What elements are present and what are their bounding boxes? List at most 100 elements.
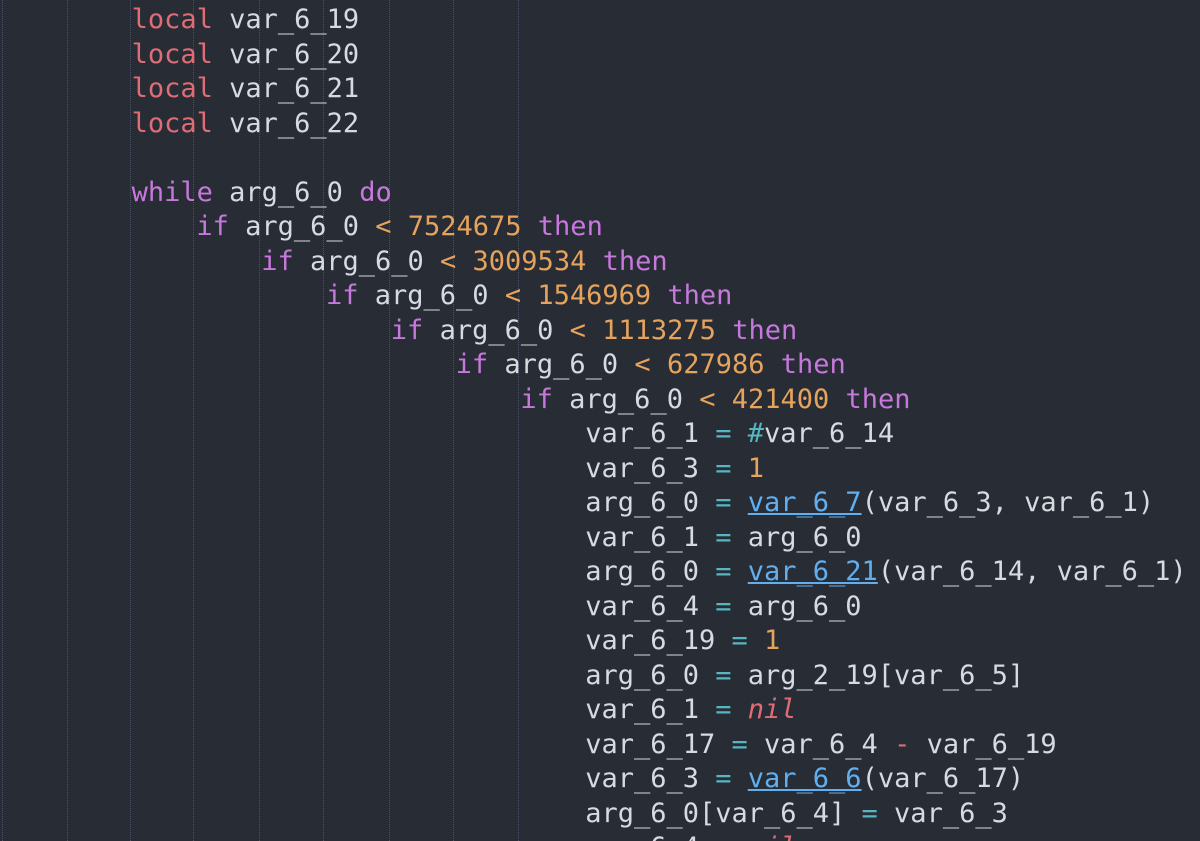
code-token-punct: (var_6_3, var_6_1) xyxy=(861,487,1155,518)
code-token-ident: arg_6_0 xyxy=(585,556,716,587)
code-token-ident: arg_6_0[var_6_4] xyxy=(585,797,862,829)
code-line[interactable]: var_6_17 = var_6_4 - var_6_19 xyxy=(585,728,1056,762)
code-line[interactable]: if arg_6_0 < 7524675 then xyxy=(196,210,602,244)
code-token-op: = xyxy=(715,418,732,449)
code-token-control: if xyxy=(196,211,229,242)
code-line[interactable]: local var_6_20 xyxy=(132,38,360,72)
code-token-op: = xyxy=(731,728,748,760)
indent-guide xyxy=(518,0,519,841)
code-token-ident: arg_6_0 xyxy=(228,211,376,242)
code-token-keyword: local xyxy=(131,73,213,104)
code-token-ident xyxy=(732,556,748,587)
code-line[interactable]: arg_6_0 = var_6_7(var_6_3, var_6_1) xyxy=(585,486,1154,520)
code-token-control: then xyxy=(780,349,846,380)
code-line[interactable]: if arg_6_0 < 627986 then xyxy=(456,348,846,382)
code-line[interactable]: var_6_4 = nil xyxy=(585,831,796,841)
indent-guide xyxy=(2,0,3,841)
code-line[interactable]: local var_6_21 xyxy=(132,72,360,106)
code-token-ident: var_6_4 xyxy=(585,590,716,622)
code-token-ident: var_6_3 xyxy=(877,797,1008,829)
code-token-op: = xyxy=(731,625,748,656)
code-token-ident: var_6_1 xyxy=(585,694,716,725)
code-token-ident: var_6_19 xyxy=(212,4,360,35)
code-line[interactable]: if arg_6_0 < 1113275 then xyxy=(391,314,797,348)
code-token-ident: var_6_19 xyxy=(585,625,732,656)
code-token-control: if xyxy=(326,280,359,311)
code-line[interactable]: if arg_6_0 < 421400 then xyxy=(520,383,910,417)
code-token-ident: arg_6_0 xyxy=(731,521,862,553)
code-token-cmp: < xyxy=(375,211,392,242)
code-line[interactable]: arg_6_0 = var_6_21(var_6_14, var_6_1) xyxy=(585,555,1186,589)
code-token-ident xyxy=(732,487,748,518)
code-line[interactable]: var_6_1 = nil xyxy=(585,693,796,727)
code-token-control: do xyxy=(359,176,392,208)
code-token-ident: arg_6_0 xyxy=(585,487,716,518)
code-token-ident: var_6_4 xyxy=(585,832,715,841)
code-token-control: if xyxy=(520,383,553,415)
code-token-number: 1546969 xyxy=(521,280,668,311)
code-token-cmp: < xyxy=(699,383,716,415)
code-token-ident: var_6_20 xyxy=(212,38,360,70)
code-token-ident: var_6_3 xyxy=(585,763,716,794)
code-token-ident: var_6_1 xyxy=(585,418,716,449)
code-line[interactable]: arg_6_0[var_6_4] = var_6_3 xyxy=(585,797,1008,831)
code-token-ident: var_6_4 xyxy=(747,728,895,760)
code-token-control: then xyxy=(537,211,603,242)
code-token-ident xyxy=(732,694,748,725)
code-token-keyword: local xyxy=(131,107,213,139)
code-line[interactable]: local var_6_19 xyxy=(132,3,360,37)
code-line[interactable]: if arg_6_0 < 3009534 then xyxy=(261,245,667,279)
code-token-op: = xyxy=(715,521,732,553)
code-token-ident: var_6_1 xyxy=(585,521,716,553)
code-token-ident xyxy=(732,418,748,449)
code-line[interactable]: var_6_19 = 1 xyxy=(585,624,780,658)
code-token-ident: arg_6_0 xyxy=(488,349,635,380)
code-token-keyword: local xyxy=(131,4,213,35)
code-line[interactable]: var_6_1 = arg_6_0 xyxy=(585,521,861,555)
code-editor[interactable]: local var_6_19 local var_6_20 local var_6_… xyxy=(0,0,1200,841)
code-token-ident: var_6_19 xyxy=(910,728,1057,760)
indent-guide xyxy=(453,0,454,841)
code-token-punct: (var_6_17) xyxy=(861,763,1025,794)
code-line[interactable]: while arg_6_0 do xyxy=(132,176,392,210)
code-token-ident: var_6_22 xyxy=(212,107,360,139)
code-token-control: while xyxy=(131,176,213,208)
code-token-cmp: < xyxy=(569,314,586,346)
code-token-op: = xyxy=(715,590,732,622)
code-token-control: if xyxy=(390,314,424,346)
code-token-number: 7524675 xyxy=(391,211,538,242)
code-line[interactable]: if arg_6_0 < 1546969 then xyxy=(326,279,732,313)
code-line[interactable]: arg_6_0 = arg_2_19[var_6_5] xyxy=(585,659,1024,693)
code-token-control: if xyxy=(261,245,294,277)
code-token-keyword: local xyxy=(131,38,213,70)
code-token-nil: nil xyxy=(747,694,797,725)
code-token-ident: arg_6_0 xyxy=(585,659,716,691)
code-token-op: = xyxy=(715,694,732,725)
code-token-punct: (var_6_14, var_6_1) xyxy=(877,556,1187,587)
code-line[interactable]: var_6_3 = var_6_6(var_6_17) xyxy=(585,762,1024,796)
code-token-op: = xyxy=(715,832,731,841)
code-token-op: = xyxy=(715,659,732,691)
code-token-ident: arg_6_0 xyxy=(731,590,862,622)
code-token-number: 627986 xyxy=(650,349,781,380)
code-line[interactable]: local var_6_22 xyxy=(132,107,360,141)
code-token-cmp: < xyxy=(504,280,522,311)
code-token-ident: arg_6_0 xyxy=(358,280,505,311)
code-token-nil: nil xyxy=(748,832,797,841)
code-token-op: = xyxy=(861,797,878,829)
code-token-ident: var_6_14 xyxy=(764,418,895,449)
code-line[interactable]: var_6_4 = arg_6_0 xyxy=(585,590,861,624)
code-token-control: then xyxy=(732,314,798,346)
code-token-op: = xyxy=(715,487,732,518)
code-token-cmp: < xyxy=(634,349,651,380)
code-token-number: 421400 xyxy=(715,383,846,415)
code-token-ident xyxy=(732,763,748,794)
code-token-op: = xyxy=(715,763,732,794)
code-token-func: var_6_7 xyxy=(747,487,862,518)
code-token-ident: arg_6_0 xyxy=(423,314,570,346)
code-line[interactable]: var_6_1 = #var_6_14 xyxy=(585,417,894,451)
code-token-func: var_6_21 xyxy=(747,556,878,587)
code-token-cmp: < xyxy=(440,245,457,277)
code-token-number: 1 xyxy=(747,625,781,656)
code-line[interactable]: var_6_3 = 1 xyxy=(585,452,764,486)
